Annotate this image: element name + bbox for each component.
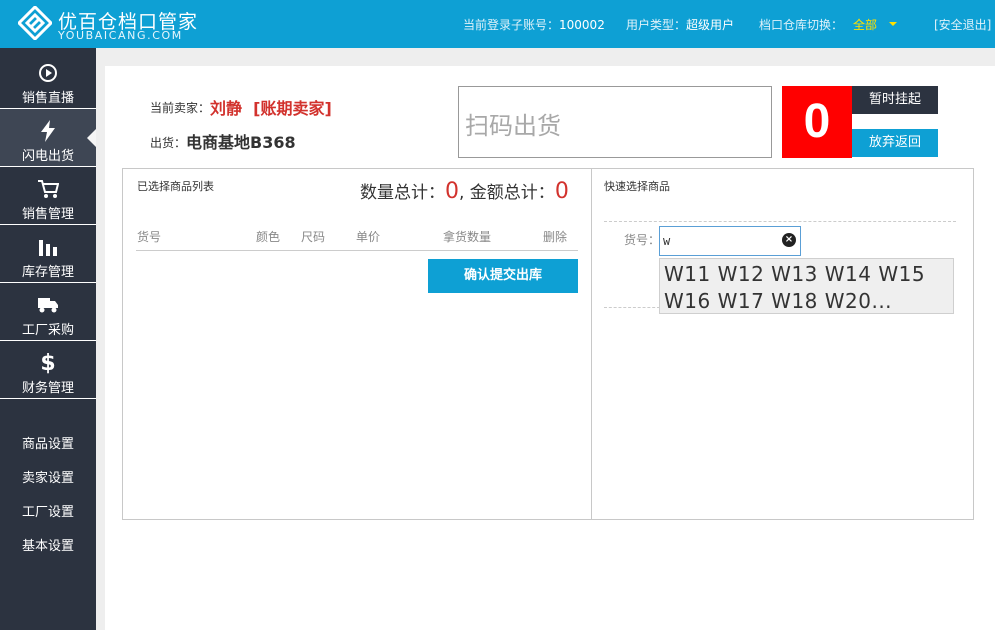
lightning-icon bbox=[0, 120, 96, 142]
selected-list-title: 已选择商品列表 bbox=[137, 180, 214, 193]
sidebar-item-flash-shipping[interactable]: 闪电出货 bbox=[0, 109, 96, 167]
sidebar-item-sales-live[interactable]: 销售直播 bbox=[0, 51, 96, 109]
sidebar-item-product-settings[interactable]: 商品设置 bbox=[0, 433, 96, 452]
quantity-total: 0 bbox=[445, 179, 459, 204]
logo-icon bbox=[18, 6, 52, 40]
top-bar: 优百仓档口管家 YOUBAICANG.COM 当前登录子账号：100002 用户… bbox=[0, 0, 995, 48]
sku-label: 货号： bbox=[624, 233, 661, 247]
divider bbox=[136, 250, 578, 251]
bar-chart-icon bbox=[0, 237, 96, 257]
sidebar-item-label: 销售管理 bbox=[21, 207, 74, 222]
sku-search-input[interactable]: w bbox=[659, 226, 801, 256]
sidebar-item-label: 财务管理 bbox=[21, 381, 74, 396]
truck-icon bbox=[0, 295, 96, 315]
brand-domain: YOUBAICANG.COM bbox=[58, 29, 183, 42]
sku-suggestion-dropdown[interactable]: W11 W12 W13 W14 W15 W16 W17 W18 W20... bbox=[659, 258, 954, 314]
sidebar-item-seller-settings[interactable]: 卖家设置 bbox=[0, 467, 96, 486]
sidebar-item-finance[interactable]: $ 财务管理 bbox=[0, 341, 96, 399]
column-header-delete: 删除 bbox=[543, 230, 568, 244]
shipment-label: 出货： bbox=[150, 136, 187, 150]
play-circle-icon bbox=[0, 63, 96, 83]
column-header-size: 尺码 bbox=[301, 230, 326, 244]
quick-select-title: 快速选择商品 bbox=[604, 180, 670, 193]
sidebar-item-basic-settings[interactable]: 基本设置 bbox=[0, 535, 96, 554]
amount-total: 0 bbox=[554, 179, 569, 204]
scan-placeholder: 扫码出货 bbox=[465, 112, 561, 140]
chevron-down-icon[interactable] bbox=[889, 22, 897, 26]
sidebar-item-label: 销售直播 bbox=[21, 91, 74, 106]
column-header-sku: 货号 bbox=[137, 230, 162, 244]
sidebar-item-label: 闪电出货 bbox=[21, 149, 74, 164]
sidebar-item-inventory[interactable]: 库存管理 bbox=[0, 225, 96, 283]
sidebar-item-factory-settings[interactable]: 工厂设置 bbox=[0, 501, 96, 520]
divider bbox=[604, 221, 956, 222]
account-info: 当前登录子账号：100002 bbox=[463, 18, 605, 32]
clear-icon[interactable]: × bbox=[782, 233, 796, 247]
confirm-submit-button[interactable]: 确认提交出库 bbox=[428, 259, 578, 293]
item-count-display: 0 bbox=[782, 86, 852, 158]
sidebar-item-label: 工厂采购 bbox=[21, 323, 74, 338]
cancel-return-button[interactable]: 放弃返回 bbox=[852, 129, 938, 157]
usertype-info: 用户类型：超级用户 bbox=[626, 18, 735, 32]
sidebar-item-label: 库存管理 bbox=[21, 265, 74, 280]
column-header-price: 单价 bbox=[356, 230, 381, 244]
column-header-quantity: 拿货数量 bbox=[443, 230, 492, 244]
shipment-value: 电商基地B368 bbox=[186, 133, 296, 152]
account-value: 100002 bbox=[559, 18, 605, 32]
pause-button[interactable]: 暂时挂起 bbox=[852, 86, 938, 114]
logout-link[interactable]: [安全退出] bbox=[934, 16, 991, 33]
suggestion-row[interactable]: W16 W17 W18 W20... bbox=[664, 289, 892, 313]
sidebar-item-sales-management[interactable]: 销售管理 bbox=[0, 167, 96, 225]
sidebar-item-factory-purchase[interactable]: 工厂采购 bbox=[0, 283, 96, 341]
suggestion-row[interactable]: W11 W12 W13 W14 W15 bbox=[664, 262, 925, 286]
warehouse-select[interactable]: 全部 bbox=[853, 16, 877, 33]
seller-value: 刘静 [账期卖家] bbox=[210, 99, 332, 118]
seller-label: 当前卖家： bbox=[150, 101, 211, 115]
sidebar: 销售直播 闪电出货 销售管理 库存管理 工厂采购 $ 财务管理 商品设置 卖家设… bbox=[0, 48, 96, 630]
cart-icon bbox=[0, 179, 96, 199]
scan-input[interactable]: 扫码出货 bbox=[458, 86, 772, 158]
warehouse-switch-label: 档口仓库切换： bbox=[759, 18, 844, 32]
panel-divider bbox=[591, 168, 592, 520]
divider bbox=[604, 307, 660, 308]
totals: 数量总计：0, 金额总计：0 bbox=[360, 179, 569, 204]
active-indicator bbox=[87, 129, 96, 147]
usertype-value: 超级用户 bbox=[686, 18, 735, 32]
dollar-icon: $ bbox=[40, 350, 56, 376]
column-header-color: 颜色 bbox=[256, 230, 281, 244]
